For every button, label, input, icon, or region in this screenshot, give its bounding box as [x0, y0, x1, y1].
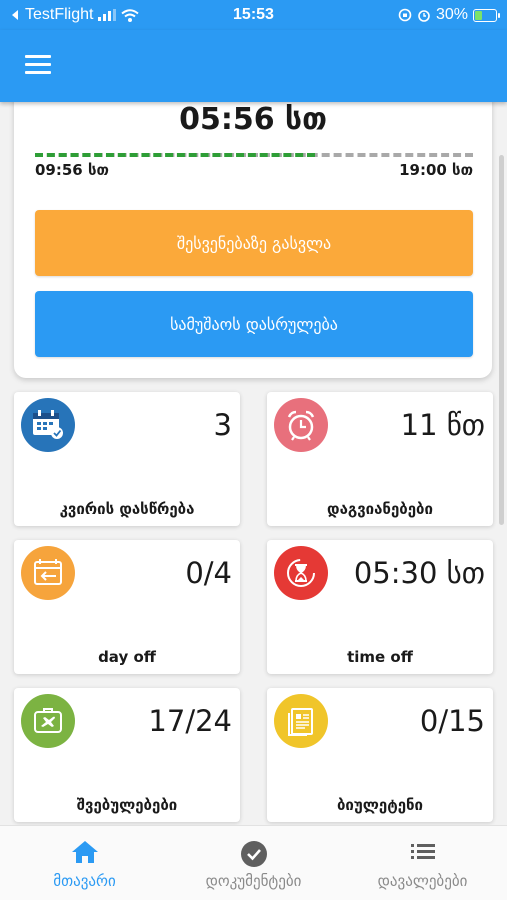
tab-documents[interactable]: დოკუმენტები [169, 826, 338, 900]
tab-tasks[interactable]: დავალებები [338, 826, 507, 900]
vacations-value: 17/24 [148, 704, 232, 738]
battery-percent: 30% [435, 6, 468, 23]
lateness-tile[interactable]: 11 წთ დაგვიანებები [267, 392, 493, 526]
weekly-attendance-label: კვირის დასწრება [59, 500, 195, 518]
vacations-tile[interactable]: 17/24 შვებულებები [14, 688, 240, 822]
time-off-tile[interactable]: 05:30 სთ time off [267, 540, 493, 674]
sick-leave-value: 0/15 [419, 704, 485, 738]
app-bar [0, 30, 507, 102]
hourglass-icon [274, 546, 328, 600]
vacations-label: შვებულებები [76, 796, 178, 814]
home-icon [71, 841, 98, 863]
shift-start-time: 09:56 სთ [35, 161, 109, 179]
work-timer-card: 05:56 სთ 09:56 სთ 19:00 სთ შესვენებაზე გ… [14, 96, 492, 378]
tab-documents-label: დოკუმენტები [205, 872, 302, 890]
check-circle-icon [240, 841, 267, 867]
sick-leave-tile[interactable]: 0/15 ბიულეტენი [267, 688, 493, 822]
calendar-check-icon [21, 398, 75, 452]
weekly-attendance-value: 3 [213, 408, 232, 442]
tab-home[interactable]: მთავარი [0, 826, 169, 900]
rotation-lock-icon [398, 8, 412, 22]
calendar-arrow-icon [21, 546, 75, 600]
alarm-icon [418, 10, 430, 22]
menu-icon[interactable] [25, 55, 51, 75]
battery-icon [473, 8, 500, 22]
list-icon [410, 844, 435, 859]
workday-progress-fill [35, 153, 316, 157]
finish-work-button[interactable]: სამუშაოს დასრულება [35, 291, 473, 357]
alarm-clock-icon [274, 398, 328, 452]
tab-home-label: მთავარი [53, 872, 116, 890]
time-off-value: 05:30 სთ [353, 556, 485, 590]
suitcase-plane-icon [21, 694, 75, 748]
tab-tasks-label: დავალებები [377, 872, 468, 890]
time-off-label: time off [347, 648, 413, 666]
weekly-attendance-tile[interactable]: 3 კვირის დასწრება [14, 392, 240, 526]
bottom-tab-bar: მთავარი დოკუმენტები დავალებები [0, 825, 507, 900]
workday-progress-bar [35, 153, 473, 157]
status-bar: TestFlight 15:53 30% [0, 0, 507, 30]
take-break-button[interactable]: შესვენებაზე გასვლა [35, 210, 473, 276]
day-off-value: 0/4 [185, 556, 232, 590]
day-off-tile[interactable]: 0/4 day off [14, 540, 240, 674]
lateness-value: 11 წთ [400, 408, 485, 442]
scrollbar[interactable] [499, 155, 504, 525]
shift-end-time: 19:00 სთ [399, 161, 473, 179]
lateness-label: დაგვიანებები [327, 500, 433, 518]
sick-leave-label: ბიულეტენი [336, 796, 423, 814]
day-off-label: day off [98, 648, 156, 666]
status-bar-right: 30% [398, 6, 500, 24]
elapsed-time: 05:56 სთ [179, 102, 327, 137]
document-icon [274, 694, 328, 748]
